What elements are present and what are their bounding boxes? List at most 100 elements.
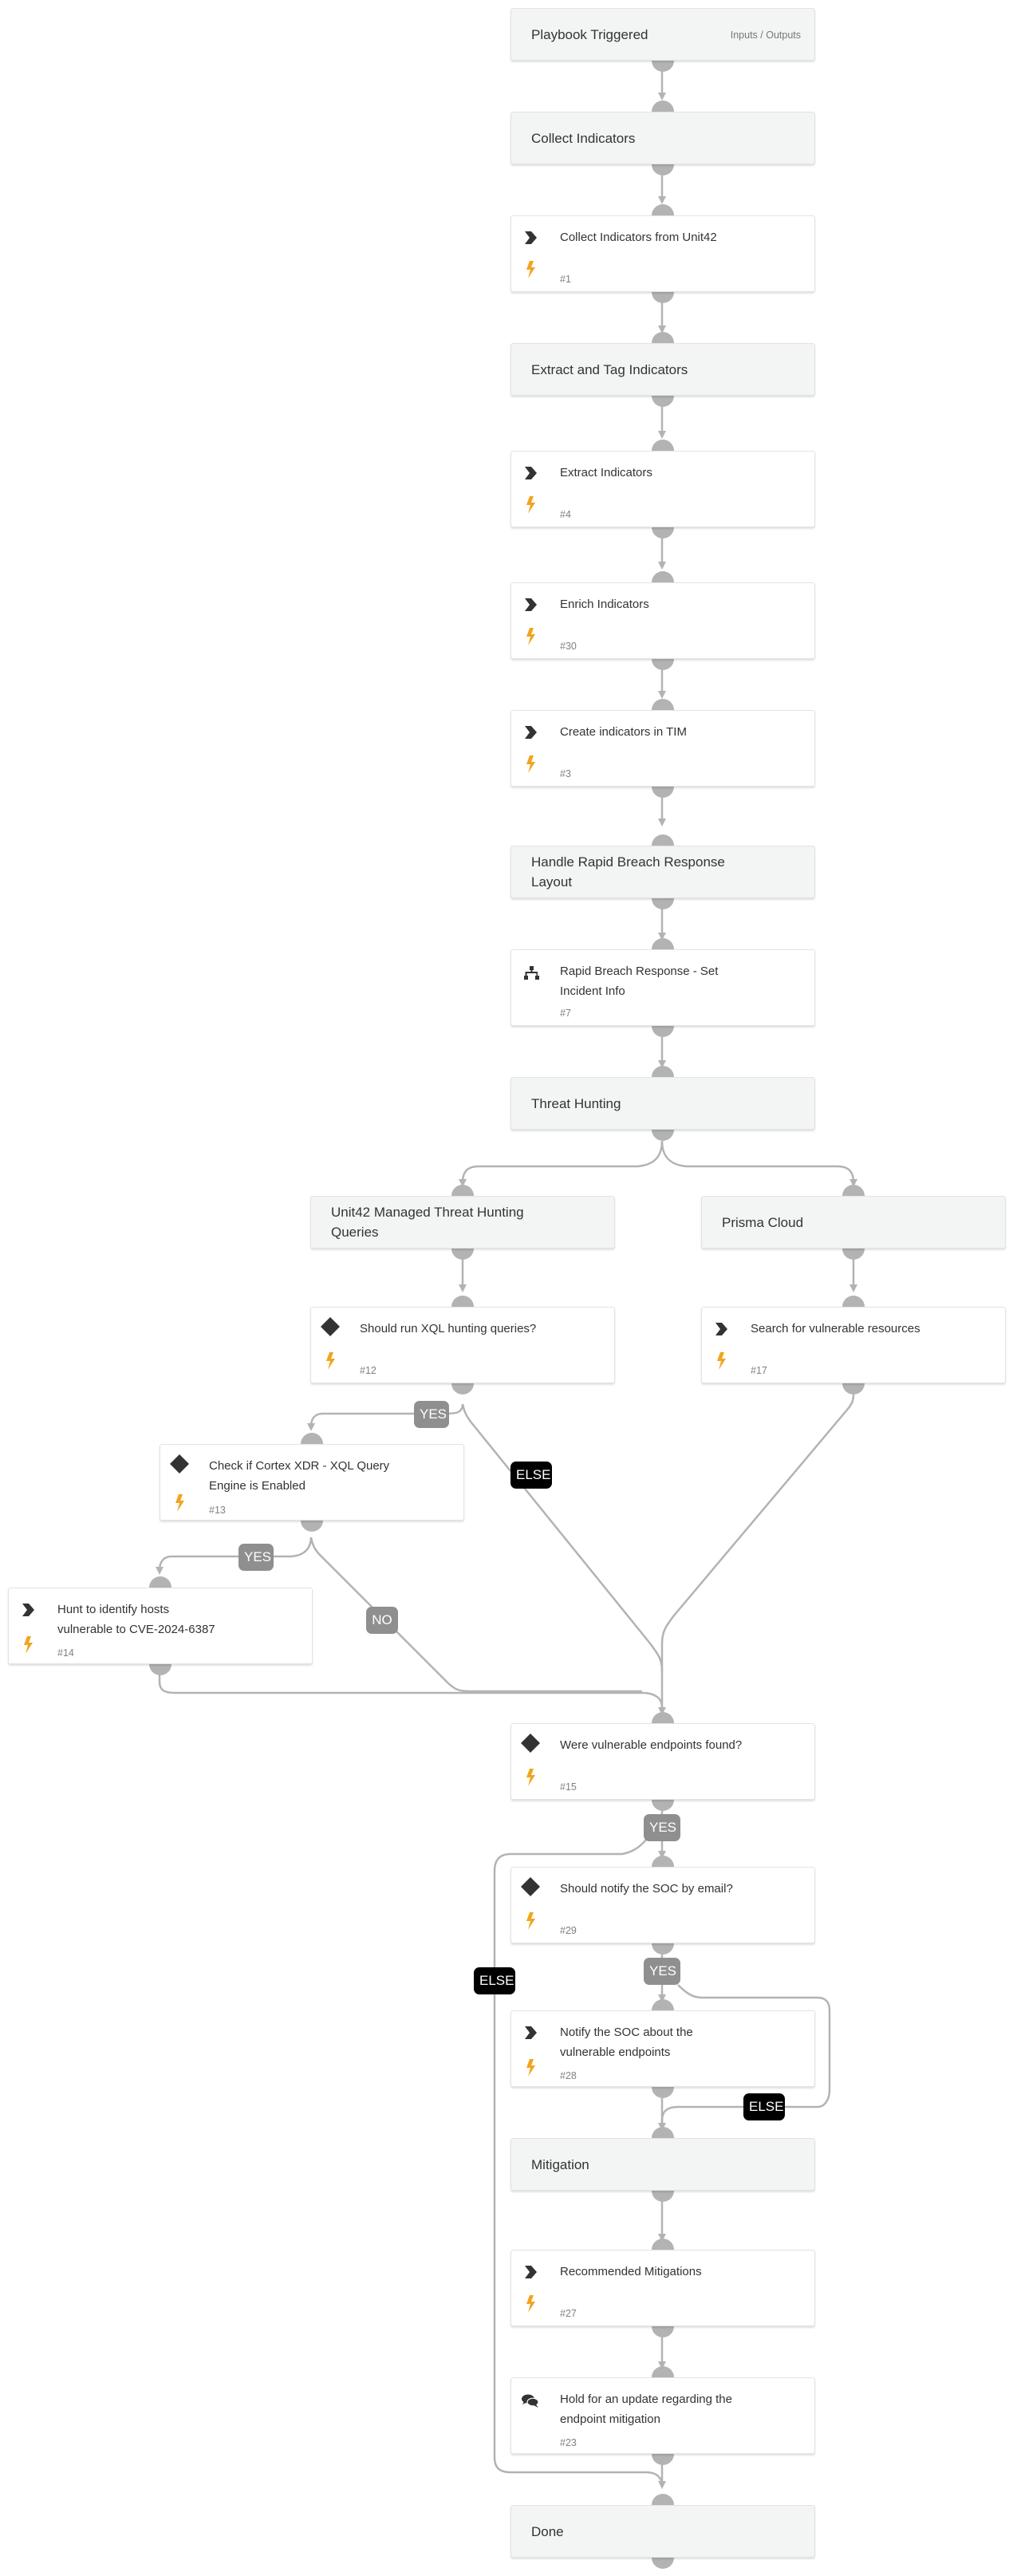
input-port[interactable]: [652, 1999, 674, 2010]
task-title: Recommended Mitigations: [560, 2265, 702, 2278]
task-notify-soc[interactable]: Notify the SOC about the vulnerable endp…: [510, 2010, 815, 2087]
input-port[interactable]: [652, 101, 674, 112]
section-prisma-cloud[interactable]: Prisma Cloud: [701, 1196, 1006, 1249]
task-should-notify-soc[interactable]: Should notify the SOC by email? #29: [510, 1867, 815, 1943]
task-search-vulnerable-resources[interactable]: Search for vulnerable resources #17: [701, 1307, 1006, 1383]
section-extract-tag-indicators[interactable]: Extract and Tag Indicators: [510, 343, 815, 396]
output-port[interactable]: [451, 1249, 474, 1260]
output-port[interactable]: [652, 2191, 674, 2202]
input-port[interactable]: [652, 2494, 674, 2505]
output-port[interactable]: [652, 2558, 674, 2569]
input-port[interactable]: [652, 834, 674, 846]
input-port[interactable]: [652, 204, 674, 215]
branch-label-yes[interactable]: YES: [238, 1544, 274, 1571]
input-port[interactable]: [652, 699, 674, 710]
task-title: Extract Indicators: [560, 466, 652, 479]
task-recommended-mitigations[interactable]: Recommended Mitigations #27: [510, 2250, 815, 2326]
input-port[interactable]: [652, 2127, 674, 2138]
input-port[interactable]: [149, 1576, 171, 1588]
inputs-outputs-link[interactable]: Inputs / Outputs: [731, 30, 801, 41]
input-port[interactable]: [652, 1712, 674, 1723]
playbook-chevron-icon: [525, 726, 537, 739]
arrowhead: [156, 1567, 164, 1575]
output-port[interactable]: [652, 898, 674, 909]
task-id: #12: [360, 1365, 376, 1376]
section-title: Mitigation: [531, 2157, 589, 2172]
bolt-icon: [326, 1352, 335, 1370]
task-hunt-cve-2024-6387[interactable]: Hunt to identify hosts vulnerable to CVE…: [8, 1588, 313, 1664]
bolt-icon: [175, 1494, 184, 1512]
input-port[interactable]: [842, 1296, 865, 1307]
input-port[interactable]: [652, 440, 674, 451]
input-port[interactable]: [652, 332, 674, 343]
task-id: #15: [560, 1781, 577, 1793]
task-check-xql-engine[interactable]: Check if Cortex XDR - XQL Query Engine i…: [160, 1444, 464, 1521]
output-port[interactable]: [652, 396, 674, 407]
output-port[interactable]: [652, 164, 674, 176]
output-port[interactable]: [842, 1383, 865, 1395]
branch-label-yes[interactable]: YES: [414, 1401, 449, 1428]
output-port[interactable]: [301, 1521, 323, 1532]
task-id: #13: [209, 1505, 226, 1516]
output-port[interactable]: [652, 1130, 674, 1141]
input-port[interactable]: [451, 1296, 474, 1307]
branch-label-else[interactable]: ELSE: [743, 2093, 785, 2120]
input-port[interactable]: [652, 1856, 674, 1867]
task-title: Notify the SOC about the vulnerable endp…: [560, 2026, 693, 2059]
section-unit42-hunting-queries[interactable]: Unit42 Managed Threat Hunting Queries: [310, 1196, 615, 1249]
task-id: #17: [751, 1365, 767, 1376]
task-were-endpoints-found[interactable]: Were vulnerable endpoints found? #15: [510, 1723, 815, 1800]
input-port[interactable]: [301, 1433, 323, 1444]
bolt-icon: [24, 1636, 33, 1654]
output-port[interactable]: [652, 2454, 674, 2465]
input-port[interactable]: [652, 1066, 674, 1077]
task-id: #30: [560, 641, 577, 652]
output-port[interactable]: [652, 2087, 674, 2098]
output-port[interactable]: [842, 1249, 865, 1260]
task-should-run-xql[interactable]: Should run XQL hunting queries? #12: [310, 1307, 615, 1383]
output-port[interactable]: [652, 527, 674, 538]
task-set-incident-info[interactable]: Rapid Breach Response - Set Incident Inf…: [510, 949, 815, 1026]
section-handle-layout[interactable]: Handle Rapid Breach Response Layout: [510, 846, 815, 898]
input-port[interactable]: [652, 571, 674, 582]
input-port[interactable]: [652, 2239, 674, 2250]
bolt-icon: [526, 1912, 535, 1930]
input-port[interactable]: [451, 1185, 474, 1196]
output-port[interactable]: [451, 1383, 474, 1395]
task-collect-indicators-unit42[interactable]: Collect Indicators from Unit42 #1: [510, 215, 815, 292]
output-port[interactable]: [652, 659, 674, 670]
section-threat-hunting[interactable]: Threat Hunting: [510, 1077, 815, 1130]
arrowhead: [658, 2481, 666, 2489]
output-port[interactable]: [652, 787, 674, 798]
input-port[interactable]: [652, 2366, 674, 2377]
task-enrich-indicators[interactable]: Enrich Indicators #30: [510, 582, 815, 659]
section-mitigation[interactable]: Mitigation: [510, 2138, 815, 2191]
branch-label-yes[interactable]: YES: [644, 1958, 680, 1985]
output-port[interactable]: [149, 1664, 171, 1675]
output-port[interactable]: [652, 1026, 674, 1037]
playbook-chevron-icon: [525, 2266, 537, 2278]
input-port[interactable]: [842, 1185, 865, 1196]
output-port[interactable]: [652, 292, 674, 303]
arrowhead: [658, 93, 666, 101]
branch-label-else[interactable]: ELSE: [510, 1462, 552, 1489]
output-port[interactable]: [652, 1800, 674, 1811]
task-extract-indicators[interactable]: Extract Indicators #4: [510, 451, 815, 527]
section-title: Collect Indicators: [531, 131, 636, 146]
branch-label-else[interactable]: ELSE: [474, 1967, 515, 1994]
branch-label-no[interactable]: NO: [366, 1607, 398, 1634]
input-port[interactable]: [652, 938, 674, 949]
task-title: Check if Cortex XDR - XQL Query Engine i…: [209, 1459, 390, 1493]
branch-label-yes[interactable]: YES: [644, 1814, 680, 1841]
condition-diamond-icon: [321, 1317, 340, 1336]
task-hold-for-update[interactable]: Hold for an update regarding the endpoin…: [510, 2377, 815, 2454]
output-port[interactable]: [652, 1943, 674, 1955]
output-port[interactable]: [652, 61, 674, 72]
section-collect-indicators[interactable]: Collect Indicators: [510, 112, 815, 164]
output-port[interactable]: [652, 2326, 674, 2337]
task-id: #4: [560, 509, 571, 520]
section-title: Handle Rapid Breach Response Layout: [531, 854, 725, 890]
playbook-triggered-node[interactable]: Playbook Triggered Inputs / Outputs: [510, 8, 815, 61]
task-create-indicators-tim[interactable]: Create indicators in TIM #3: [510, 710, 815, 787]
section-done[interactable]: Done: [510, 2505, 815, 2558]
